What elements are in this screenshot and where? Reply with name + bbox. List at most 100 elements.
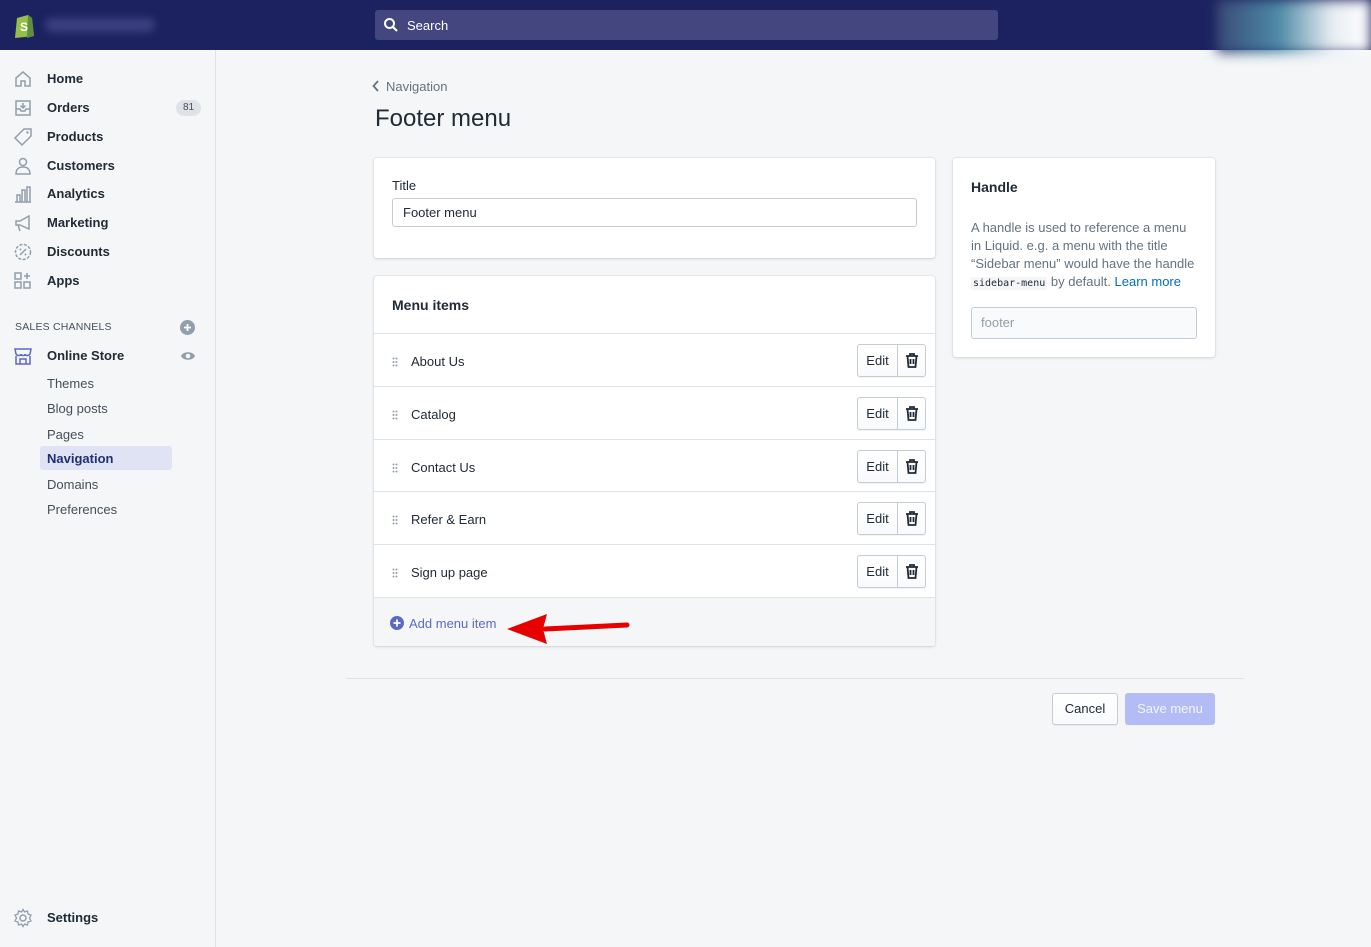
sidebar-item-label: Online Store bbox=[47, 348, 125, 363]
add-menu-item-label: Add menu item bbox=[409, 616, 497, 631]
handle-description-text: A handle is used to reference a menu in … bbox=[971, 220, 1195, 271]
title-card: Title Footer menu bbox=[374, 158, 935, 258]
sidebar-item-analytics[interactable]: Analytics bbox=[0, 181, 215, 207]
menu-item-row: Refer & Earn Edit bbox=[374, 491, 935, 544]
trash-icon bbox=[906, 564, 918, 579]
drag-handle-icon[interactable] bbox=[392, 357, 398, 367]
menu-item-row: Sign up page Edit bbox=[374, 544, 935, 597]
menu-items-card: Menu items About Us Edit Catalog Edit Co… bbox=[374, 276, 935, 646]
drag-handle-icon[interactable] bbox=[392, 515, 398, 525]
handle-input[interactable]: footer bbox=[971, 307, 1197, 339]
search-bar[interactable]: Search bbox=[375, 10, 998, 40]
orders-count-badge: 81 bbox=[176, 100, 201, 116]
sidebar-subitem-preferences[interactable]: Preferences bbox=[40, 497, 172, 521]
edit-button[interactable]: Edit bbox=[858, 503, 898, 534]
handle-heading: Handle bbox=[971, 179, 1018, 195]
search-icon bbox=[384, 18, 398, 32]
menu-item-row: About Us Edit bbox=[374, 333, 935, 386]
search-label: Search bbox=[407, 18, 449, 33]
sidebar-item-label: Apps bbox=[47, 273, 80, 288]
sidebar-subitem-label: Themes bbox=[47, 376, 94, 391]
shopify-logo-icon[interactable]: S bbox=[13, 12, 35, 38]
sidebar-item-label: Home bbox=[47, 71, 84, 86]
edit-button[interactable]: Edit bbox=[858, 451, 898, 482]
trash-icon bbox=[906, 511, 918, 526]
person-icon bbox=[15, 157, 31, 175]
drag-handle-icon[interactable] bbox=[392, 568, 398, 578]
sidebar-subitem-label: Domains bbox=[47, 477, 99, 492]
drag-handle-icon[interactable] bbox=[392, 463, 398, 473]
handle-card: Handle A handle is used to reference a m… bbox=[953, 158, 1215, 357]
menu-item-label: Sign up page bbox=[411, 565, 488, 580]
sidebar-item-marketing[interactable]: Marketing bbox=[0, 210, 215, 236]
sidebar-subitem-label: Pages bbox=[47, 427, 84, 442]
sidebar-item-products[interactable]: Products bbox=[0, 124, 215, 150]
account-menu-blurred[interactable] bbox=[1217, 0, 1371, 53]
delete-button[interactable] bbox=[898, 503, 926, 534]
page-title: Footer menu bbox=[375, 105, 512, 132]
sidebar-item-label: Marketing bbox=[47, 215, 109, 230]
delete-button[interactable] bbox=[898, 556, 926, 587]
menu-item-actions: Edit bbox=[857, 555, 926, 588]
sidebar-item-settings[interactable]: Settings bbox=[0, 905, 215, 931]
sidebar-item-label: Orders bbox=[47, 100, 90, 115]
sidebar-subitem-blog-posts[interactable]: Blog posts bbox=[40, 396, 172, 420]
menu-item-actions: Edit bbox=[857, 397, 926, 430]
menu-items-heading: Menu items bbox=[392, 297, 470, 313]
eye-icon[interactable] bbox=[180, 350, 196, 362]
sidebar-subitem-domains[interactable]: Domains bbox=[40, 472, 172, 496]
sidebar-subitem-label: Navigation bbox=[47, 451, 114, 466]
sales-channels-heading: SALES CHANNELS bbox=[15, 321, 112, 333]
menu-item-actions: Edit bbox=[857, 450, 926, 483]
sidebar-item-label: Products bbox=[47, 129, 104, 144]
sidebar-subitem-navigation[interactable]: Navigation bbox=[40, 446, 172, 470]
trash-icon bbox=[906, 406, 918, 421]
handle-description: A handle is used to reference a menu in … bbox=[971, 219, 1199, 293]
handle-code-example: sidebar-menu bbox=[971, 277, 1048, 290]
sidebar-item-home[interactable]: Home bbox=[0, 66, 215, 92]
footer-divider bbox=[346, 678, 1244, 679]
drag-handle-icon[interactable] bbox=[392, 410, 398, 420]
svg-text:S: S bbox=[20, 20, 28, 34]
sidebar-item-apps[interactable]: Apps bbox=[0, 268, 215, 294]
add-channel-plus-icon[interactable] bbox=[180, 320, 195, 335]
sidebar-item-customers[interactable]: Customers bbox=[0, 153, 215, 179]
megaphone-icon bbox=[15, 214, 30, 232]
gear-icon bbox=[14, 908, 32, 928]
menu-item-row: Contact Us Edit bbox=[374, 439, 935, 492]
save-menu-button[interactable]: Save menu bbox=[1125, 693, 1215, 725]
menu-item-actions: Edit bbox=[857, 344, 926, 377]
store-icon bbox=[14, 348, 32, 365]
title-input[interactable]: Footer menu bbox=[392, 198, 917, 227]
menu-item-label: About Us bbox=[411, 354, 465, 369]
delete-button[interactable] bbox=[898, 398, 926, 429]
red-annotation-arrow bbox=[507, 614, 630, 644]
apps-icon bbox=[14, 272, 31, 289]
sidebar-subitem-label: Blog posts bbox=[47, 401, 108, 416]
edit-button[interactable]: Edit bbox=[858, 345, 898, 376]
discount-icon bbox=[14, 243, 32, 261]
sidebar-subitem-pages[interactable]: Pages bbox=[40, 422, 172, 446]
sidebar-item-label: Discounts bbox=[47, 244, 110, 259]
sidebar-subitem-label: Preferences bbox=[47, 502, 118, 517]
plus-circle-icon bbox=[390, 616, 404, 630]
learn-more-link[interactable]: Learn more bbox=[1115, 274, 1181, 289]
sidebar-item-label: Analytics bbox=[47, 186, 105, 201]
delete-button[interactable] bbox=[898, 451, 926, 482]
sidebar-subitem-themes[interactable]: Themes bbox=[40, 371, 172, 395]
add-menu-item-button[interactable]: Add menu item bbox=[374, 597, 935, 646]
menu-item-label: Contact Us bbox=[411, 460, 476, 475]
store-name-blurred[interactable] bbox=[45, 18, 155, 32]
breadcrumb-label: Navigation bbox=[386, 79, 448, 94]
trash-icon bbox=[906, 353, 918, 368]
trash-icon bbox=[906, 459, 918, 474]
sidebar: Home Orders 81 Products Customers Analyt… bbox=[0, 50, 216, 947]
sidebar-item-discounts[interactable]: Discounts bbox=[0, 239, 215, 265]
edit-button[interactable]: Edit bbox=[858, 398, 898, 429]
delete-button[interactable] bbox=[898, 345, 926, 376]
menu-item-label: Catalog bbox=[411, 407, 456, 422]
cancel-button[interactable]: Cancel bbox=[1052, 693, 1118, 725]
menu-item-label: Refer & Earn bbox=[411, 512, 487, 527]
tag-icon bbox=[13, 128, 32, 147]
edit-button[interactable]: Edit bbox=[858, 556, 898, 587]
